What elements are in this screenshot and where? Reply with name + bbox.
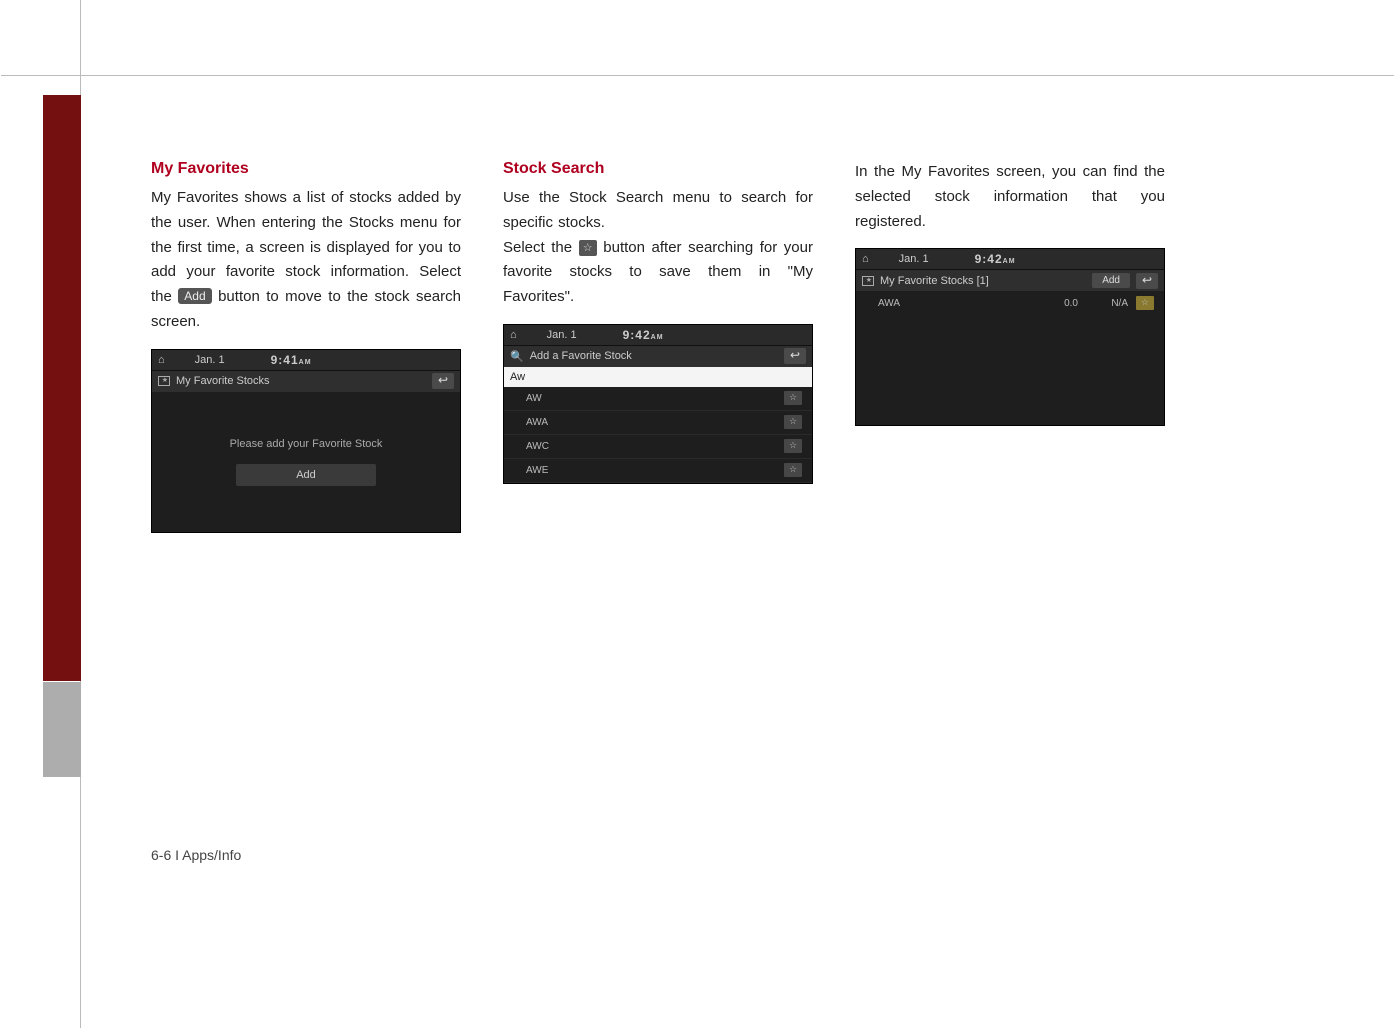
paragraph-stock-search-2: Select the ☆ button after searching for …	[503, 236, 813, 310]
side-grey-bar	[43, 682, 81, 777]
favorites-list: AWA 0.0 N/A ☆	[856, 291, 1164, 425]
table-row[interactable]: AWA 0.0 N/A ☆	[856, 291, 1164, 315]
stock-value: 0.0	[1018, 298, 1078, 309]
time-value: 9:41	[271, 353, 299, 367]
favorites-icon: ★	[862, 276, 874, 286]
star-icon[interactable]: ☆	[784, 463, 802, 477]
home-icon[interactable]: ⌂	[510, 329, 517, 341]
status-time: 9:42AM	[623, 328, 664, 342]
list-item[interactable]: AW ☆	[504, 387, 812, 411]
status-date: Jan. 1	[547, 329, 577, 341]
screen-title: Add a Favorite Stock	[530, 350, 632, 362]
column-my-favorites: My Favorites My Favorites shows a list o…	[151, 160, 461, 533]
time-value: 9:42	[975, 252, 1003, 266]
heading-my-favorites: My Favorites	[151, 160, 461, 178]
result-symbol: AWE	[526, 465, 548, 476]
inline-star-button: ☆	[579, 240, 597, 256]
screenshot-stock-search: ⌂ Jan. 1 9:42AM 🔍 Add a Favorite Stock ↩…	[503, 324, 813, 484]
list-item[interactable]: AWE ☆	[504, 459, 812, 483]
back-button[interactable]: ↩	[1136, 273, 1158, 289]
stock-status: N/A	[1078, 298, 1128, 309]
paragraph-my-favorites: My Favorites shows a list of stocks adde…	[151, 186, 461, 335]
star-icon[interactable]: ☆	[784, 415, 802, 429]
result-symbol: AWA	[526, 417, 548, 428]
status-bar: ⌂ Jan. 1 9:42AM	[856, 249, 1164, 269]
empty-space	[856, 315, 1164, 425]
top-divider	[1, 75, 1394, 76]
list-item[interactable]: AWC ☆	[504, 435, 812, 459]
content-columns: My Favorites My Favorites shows a list o…	[151, 160, 1251, 533]
paragraph-favorites-populated: In the My Favorites screen, you can find…	[855, 160, 1165, 234]
screen-title: My Favorite Stocks [1]	[880, 275, 989, 287]
empty-message: Please add your Favorite Stock	[230, 438, 383, 450]
star-icon[interactable]: ☆	[1136, 296, 1154, 310]
status-time: 9:42AM	[975, 252, 1016, 266]
time-value: 9:42	[623, 328, 651, 342]
search-input[interactable]: Aw	[504, 367, 812, 387]
home-icon[interactable]: ⌂	[158, 354, 165, 366]
screenshot-favorites-empty: ⌂ Jan. 1 9:41AM ★ My Favorite Stocks ↩ P…	[151, 349, 461, 533]
empty-state: Please add your Favorite Stock Add	[152, 392, 460, 532]
side-red-bar	[43, 95, 81, 681]
home-icon[interactable]: ⌂	[862, 253, 869, 265]
back-button[interactable]: ↩	[432, 373, 454, 389]
page: My Favorites My Favorites shows a list o…	[80, 0, 1394, 1028]
heading-stock-search: Stock Search	[503, 160, 813, 178]
favorites-icon: ★	[158, 376, 170, 386]
screen-title: My Favorite Stocks	[176, 375, 270, 387]
result-symbol: AWC	[526, 441, 549, 452]
star-icon[interactable]: ☆	[784, 439, 802, 453]
title-bar: ★ My Favorite Stocks [1] Add ↩	[856, 269, 1164, 291]
column-stock-search: Stock Search Use the Stock Search menu t…	[503, 160, 813, 533]
add-button[interactable]: Add	[1092, 273, 1130, 288]
inline-add-button: Add	[178, 288, 211, 304]
status-date: Jan. 1	[899, 253, 929, 265]
back-button[interactable]: ↩	[784, 348, 806, 364]
status-date: Jan. 1	[195, 354, 225, 366]
paragraph-stock-search-1: Use the Stock Search menu to search for …	[503, 186, 813, 236]
title-bar: ★ My Favorite Stocks ↩	[152, 370, 460, 392]
time-suffix: AM	[651, 334, 664, 341]
list-item[interactable]: AWA ☆	[504, 411, 812, 435]
time-suffix: AM	[299, 359, 312, 366]
stock-symbol: AWA	[878, 298, 1018, 309]
status-bar: ⌂ Jan. 1 9:42AM	[504, 325, 812, 345]
column-favorites-populated: In the My Favorites screen, you can find…	[855, 160, 1165, 533]
time-suffix: AM	[1003, 258, 1016, 265]
status-time: 9:41AM	[271, 353, 312, 367]
page-footer: 6-6 I Apps/Info	[151, 847, 241, 863]
search-icon: 🔍	[510, 350, 524, 363]
result-symbol: AW	[526, 393, 542, 404]
screenshot-favorites-populated: ⌂ Jan. 1 9:42AM ★ My Favorite Stocks [1]…	[855, 248, 1165, 426]
star-icon[interactable]: ☆	[784, 391, 802, 405]
status-bar: ⌂ Jan. 1 9:41AM	[152, 350, 460, 370]
search-results-list: AW ☆ AWA ☆ AWC ☆ AWE	[504, 387, 812, 483]
add-button[interactable]: Add	[236, 464, 376, 486]
text-segment: Select the	[503, 239, 579, 256]
title-bar: 🔍 Add a Favorite Stock ↩	[504, 345, 812, 367]
